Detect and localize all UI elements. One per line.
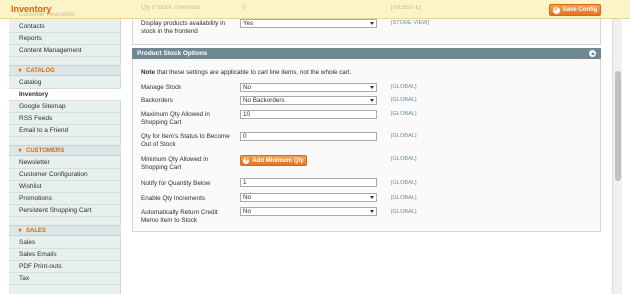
- scope-label: [GLOBAL]: [391, 133, 417, 139]
- section-label: SALES: [26, 228, 47, 234]
- collapse-icon[interactable]: [589, 50, 596, 57]
- field-label: Automatically Return Credit Memo Item to…: [141, 209, 218, 224]
- field-label: Minimum Qty Allowed in Shopping Cart: [141, 156, 209, 171]
- backorders-select[interactable]: No Backorders: [240, 96, 377, 105]
- sidebar-item-content-management[interactable]: Content Management: [9, 45, 121, 57]
- add-minimum-qty-button[interactable]: + Add Minimum Qty: [240, 155, 307, 166]
- field-label: Maximum Qty Allowed in Shopping Cart: [141, 111, 210, 126]
- save-config-label: Save Config: [562, 7, 598, 13]
- auto-return-select[interactable]: No: [240, 207, 377, 216]
- out-of-stock-qty-input[interactable]: 0: [240, 132, 377, 141]
- select-value: No: [243, 208, 252, 215]
- note-text: that these settings are applicable to ca…: [155, 69, 352, 76]
- display-availability-select[interactable]: Yes: [240, 19, 377, 28]
- sidebar-item-catalog[interactable]: Catalog: [9, 77, 121, 89]
- scope-label: [GLOBAL]: [391, 195, 417, 201]
- sidebar-section-sales[interactable]: SALES: [9, 225, 121, 236]
- note-bold: Note: [141, 69, 155, 76]
- section-label: CATALOG: [26, 68, 55, 74]
- scrollbar-thumb[interactable]: [615, 71, 621, 181]
- button-label: Add Minimum Qty: [252, 157, 304, 164]
- scope-label: [STORE VIEW]: [391, 20, 430, 26]
- ghost-sidebar-item: Customer Newsletter: [19, 12, 76, 18]
- sidebar-item-persistent-cart[interactable]: Persistent Shopping Cart: [9, 205, 121, 217]
- scope-label: [GLOBAL]: [391, 180, 417, 186]
- chevron-down-icon: [370, 22, 374, 25]
- section-arrow-icon: [19, 228, 22, 233]
- sidebar-item-rss-feeds[interactable]: RSS Feeds: [9, 113, 121, 125]
- field-label: Display products availability in stock i…: [141, 20, 225, 35]
- qty-increments-select[interactable]: No: [240, 193, 377, 202]
- select-value: No: [243, 194, 252, 201]
- field-label: Notify for Quantity Below: [141, 180, 211, 187]
- sidebar-item-wishlist[interactable]: Wishlist: [9, 181, 121, 193]
- scope-label: [GLOBAL]: [391, 97, 417, 103]
- field-label: Enable Qty Increments: [141, 195, 206, 202]
- field-label: Manage Stock: [141, 84, 182, 91]
- plus-icon: +: [243, 157, 250, 164]
- fieldset-title: Product Stock Options: [137, 50, 208, 57]
- sidebar-item-inventory[interactable]: Inventory: [9, 89, 121, 101]
- sidebar-item-tax[interactable]: Tax: [9, 273, 121, 285]
- notify-qty-input[interactable]: 1: [240, 178, 377, 187]
- section-arrow-icon: [19, 68, 22, 73]
- sidebar-item-customer-configuration[interactable]: Customer Configuration: [9, 169, 121, 181]
- sidebar-item-pdf-printouts[interactable]: PDF Print-outs: [9, 261, 121, 273]
- fieldset-note: Note that these settings are applicable …: [141, 69, 351, 76]
- sidebar-item-email-friend[interactable]: Email to a Friend: [9, 125, 121, 137]
- max-qty-input[interactable]: 10: [240, 110, 377, 119]
- manage-stock-select[interactable]: No: [240, 83, 377, 92]
- page-scrollbar[interactable]: [612, 19, 622, 294]
- ghost-field-label: Qty if Stock Threshold: [141, 5, 200, 11]
- select-value: No Backorders: [243, 97, 285, 104]
- sidebar-item-reports[interactable]: Reports: [9, 33, 121, 45]
- section-label: CUSTOMERS: [26, 148, 65, 154]
- ghost-field-scope: [WEBSITE]: [391, 5, 422, 11]
- sidebar-item-sales[interactable]: Sales: [9, 237, 121, 249]
- save-icon: ✓: [552, 6, 560, 14]
- sidebar-item-promotions[interactable]: Promotions: [9, 193, 121, 205]
- scope-label: [GLOBAL]: [391, 156, 417, 162]
- sidebar-item-google-sitemap[interactable]: Google Sitemap: [9, 101, 121, 113]
- chevron-down-icon: [370, 86, 374, 89]
- field-label: Qty for Item's Status to Become Out of S…: [141, 133, 230, 148]
- ghost-field-value: 0: [242, 5, 246, 11]
- chevron-down-icon: [370, 210, 374, 213]
- section-arrow-icon: [19, 148, 22, 153]
- select-value: No: [243, 84, 252, 91]
- chevron-down-icon: [370, 99, 374, 102]
- scope-label: [GLOBAL]: [391, 209, 417, 215]
- page-header: Inventory ✓ Save Config: [0, 0, 630, 19]
- sidebar-section-catalog[interactable]: CATALOG: [9, 65, 121, 76]
- sidebar-item-contacts[interactable]: Contacts: [9, 21, 121, 33]
- field-label: Backorders: [141, 97, 173, 104]
- sidebar-section-customers[interactable]: CUSTOMERS: [9, 145, 121, 156]
- chevron-down-icon: [370, 196, 374, 199]
- select-value: Yes: [243, 20, 254, 27]
- fieldset-header[interactable]: Product Stock Options: [132, 48, 601, 59]
- config-sidebar: Contacts Reports Content Management CATA…: [9, 19, 121, 294]
- scope-label: [GLOBAL]: [391, 84, 417, 90]
- scope-label: [GLOBAL]: [391, 111, 417, 117]
- save-config-button[interactable]: ✓ Save Config: [549, 4, 601, 16]
- sidebar-item-sales-emails[interactable]: Sales Emails: [9, 249, 121, 261]
- sidebar-item-newsletter[interactable]: Newsletter: [9, 157, 121, 169]
